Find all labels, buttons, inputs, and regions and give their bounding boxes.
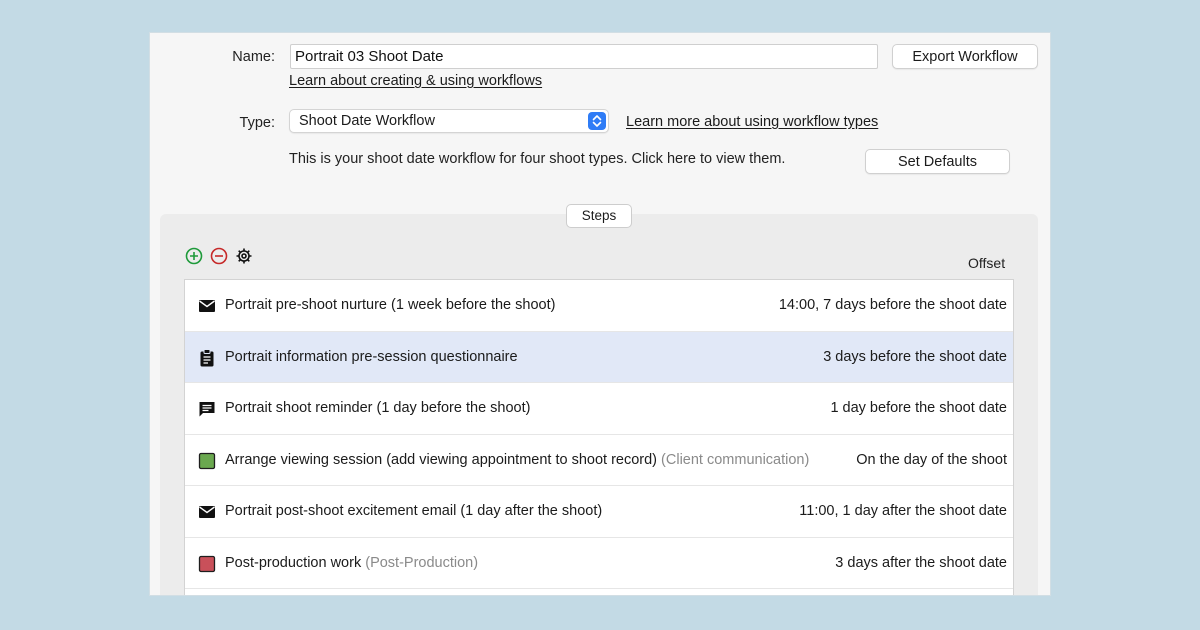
- step-title: Post-production work (Post-Production): [225, 554, 479, 571]
- workflow-type-select[interactable]: Shoot Date Workflow: [289, 109, 609, 133]
- step-row[interactable]: Arrange viewing session (add viewing app…: [185, 435, 1013, 486]
- red-square-icon: [197, 554, 217, 574]
- step-row[interactable]: Post-production work (Post-Production) 3…: [185, 538, 1013, 589]
- tab-steps[interactable]: Steps: [566, 204, 632, 228]
- workflow-type-value: Shoot Date Workflow: [299, 113, 435, 129]
- step-offset: 3 days before the shoot date: [823, 348, 1007, 365]
- step-offset: 3 days after the shoot date: [835, 554, 1007, 571]
- workflow-editor-window: Name: Export Workflow Learn about creati…: [150, 33, 1050, 595]
- offset-column-header: Offset: [968, 255, 1006, 271]
- learn-types-link[interactable]: Learn more about using workflow types: [626, 114, 878, 130]
- select-arrows-icon: [588, 112, 606, 130]
- envelope-icon: [197, 502, 217, 522]
- step-title: Portrait shoot reminder (1 day before th…: [225, 400, 531, 416]
- step-row[interactable]: Portrait pre-shoot nurture (1 week befor…: [185, 280, 1013, 332]
- speech-bubble-icon: [197, 399, 217, 419]
- steps-list: Portrait pre-shoot nurture (1 week befor…: [184, 279, 1014, 595]
- step-title: Arrange viewing session (add viewing app…: [225, 451, 810, 468]
- name-field[interactable]: [290, 44, 878, 69]
- step-title: Portrait information pre-session questio…: [225, 348, 518, 365]
- clipboard-icon: [197, 348, 217, 368]
- step-offset: 11:00, 1 day after the shoot date: [799, 503, 1007, 519]
- step-offset: 1 day before the shoot date: [830, 400, 1007, 416]
- step-row[interactable]: Portrait post-shoot excitement email (1 …: [185, 486, 1013, 538]
- step-offset: On the day of the shoot: [856, 451, 1007, 468]
- step-title: Portrait pre-shoot nurture (1 week befor…: [225, 297, 556, 313]
- export-workflow-button[interactable]: Export Workflow: [892, 44, 1038, 69]
- gear-icon[interactable]: [234, 246, 254, 266]
- step-title: Portrait post-shoot excitement email (1 …: [225, 503, 603, 519]
- step-offset: 14:00, 7 days before the shoot date: [778, 297, 1007, 313]
- name-label: Name:: [232, 49, 275, 65]
- type-label: Type:: [239, 115, 275, 131]
- add-step-icon[interactable]: [184, 246, 204, 266]
- green-square-icon: [197, 451, 217, 471]
- step-category: (Client communication): [661, 451, 810, 468]
- step-category: (Post-Production): [365, 554, 479, 571]
- learn-workflows-link[interactable]: Learn about creating & using workflows: [289, 73, 542, 89]
- envelope-icon: [197, 296, 217, 316]
- workflow-info-text[interactable]: This is your shoot date workflow for fou…: [289, 151, 785, 167]
- step-row[interactable]: Portrait shoot reminder (1 day before th…: [185, 383, 1013, 435]
- step-row-selected[interactable]: Portrait information pre-session questio…: [185, 331, 1013, 383]
- set-defaults-button[interactable]: Set Defaults: [865, 149, 1010, 174]
- remove-step-icon[interactable]: [209, 246, 229, 266]
